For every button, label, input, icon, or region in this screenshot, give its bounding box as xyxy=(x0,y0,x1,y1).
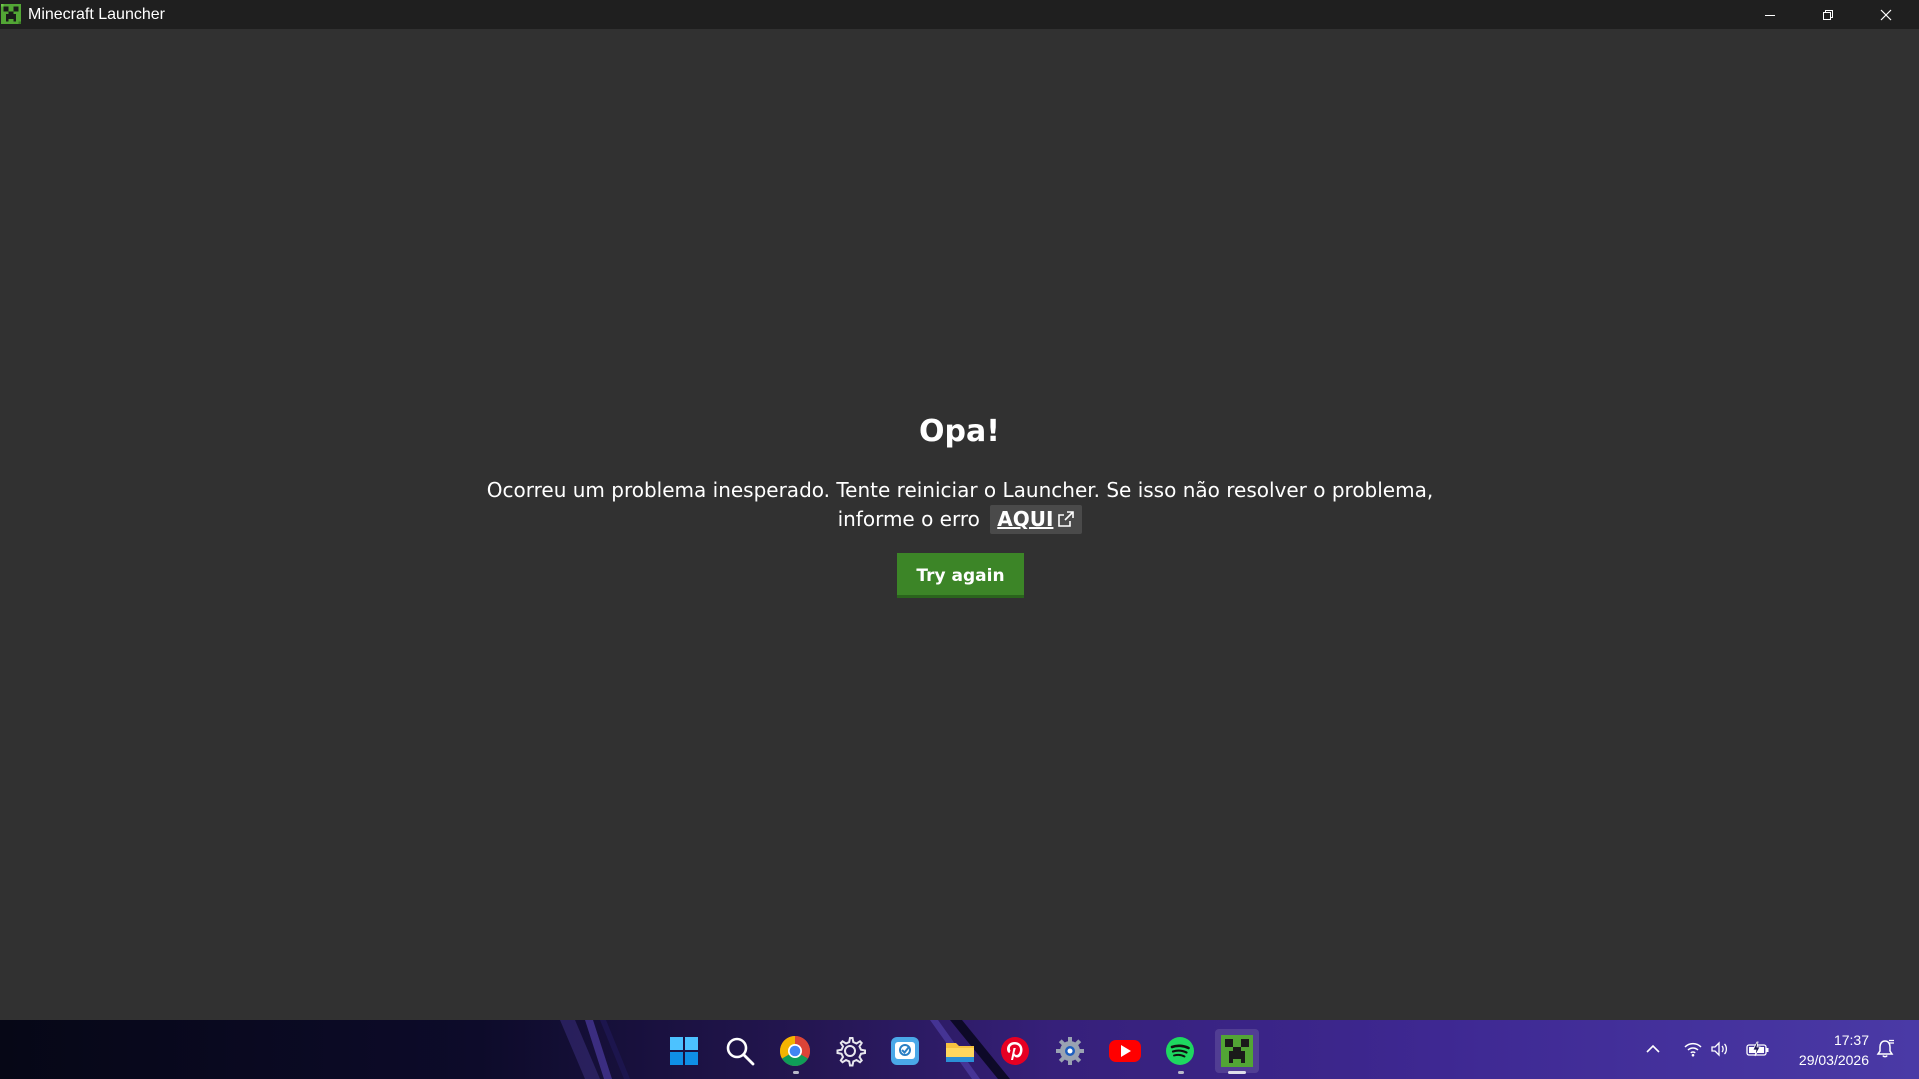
taskbar-spotify[interactable] xyxy=(1160,1031,1200,1071)
taskbar-settings[interactable] xyxy=(830,1031,870,1071)
restore-icon xyxy=(1823,9,1833,20)
report-error-link-label: AQUI xyxy=(997,507,1054,531)
window-title: Minecraft Launcher xyxy=(28,6,165,23)
chrome-running-indicator xyxy=(793,1071,799,1074)
wifi-icon xyxy=(1684,1042,1702,1057)
close-icon xyxy=(1880,9,1892,20)
error-title: Opa! xyxy=(919,414,1000,449)
chevron-up-icon xyxy=(1646,1044,1660,1053)
settings-app-icon xyxy=(1056,1037,1084,1065)
taskbar-file-explorer[interactable] xyxy=(940,1031,980,1071)
minecraft-launcher-window: Minecraft Launcher Opa! Ocorreu um probl… xyxy=(0,0,1919,1079)
windows-start-icon xyxy=(670,1037,698,1065)
taskbar-app[interactable] xyxy=(885,1031,925,1071)
taskbar-pinterest[interactable] xyxy=(995,1031,1035,1071)
notifications-button[interactable] xyxy=(1874,1038,1896,1060)
minimize-icon xyxy=(1765,14,1775,16)
spotify-running-indicator xyxy=(1178,1071,1184,1074)
search-icon xyxy=(726,1037,755,1066)
restore-button[interactable] xyxy=(1799,0,1857,29)
title-bar[interactable]: Minecraft Launcher xyxy=(0,0,1919,29)
gear-icon xyxy=(836,1037,866,1067)
show-hidden-icons-button[interactable] xyxy=(1642,1038,1664,1060)
search-button[interactable] xyxy=(720,1031,760,1071)
start-button[interactable] xyxy=(664,1031,704,1071)
speaker-icon xyxy=(1711,1041,1728,1057)
close-button[interactable] xyxy=(1857,0,1915,29)
minecraft-icon xyxy=(1221,1035,1253,1067)
youtube-icon xyxy=(1109,1040,1141,1062)
battery-charging-icon xyxy=(1746,1041,1769,1057)
minecraft-logo-icon xyxy=(1,4,21,24)
volume-button[interactable] xyxy=(1709,1038,1731,1060)
taskbar-chrome[interactable] xyxy=(775,1031,815,1071)
app-icon xyxy=(891,1037,919,1065)
try-again-button[interactable]: Try again xyxy=(897,553,1024,598)
clock-time: 17:37 xyxy=(1833,1032,1869,1048)
taskbar-minecraft-launcher[interactable] xyxy=(1215,1029,1259,1073)
clock-date: 29/03/2026 xyxy=(1798,1052,1869,1068)
error-message-text: Ocorreu um problema inesperado. Tente re… xyxy=(486,478,1434,531)
external-link-icon xyxy=(1058,511,1075,527)
notification-bell-icon xyxy=(1876,1039,1894,1058)
minecraft-active-indicator xyxy=(1228,1071,1246,1074)
error-message: Ocorreu um problema inesperado. Tente re… xyxy=(470,476,1450,534)
folder-icon xyxy=(946,1043,974,1062)
report-error-link[interactable]: AQUI xyxy=(990,505,1083,534)
battery-button[interactable] xyxy=(1745,1038,1771,1060)
taskbar-clock[interactable]: 17:37 29/03/2026 xyxy=(1799,1030,1869,1070)
minimize-button[interactable] xyxy=(1741,0,1799,29)
chrome-icon xyxy=(779,1036,811,1067)
taskbar-youtube[interactable] xyxy=(1105,1031,1145,1071)
taskbar-settings-app[interactable] xyxy=(1050,1031,1090,1071)
pinterest-icon xyxy=(1001,1037,1029,1065)
network-button[interactable] xyxy=(1682,1038,1704,1060)
spotify-icon xyxy=(1166,1037,1194,1065)
